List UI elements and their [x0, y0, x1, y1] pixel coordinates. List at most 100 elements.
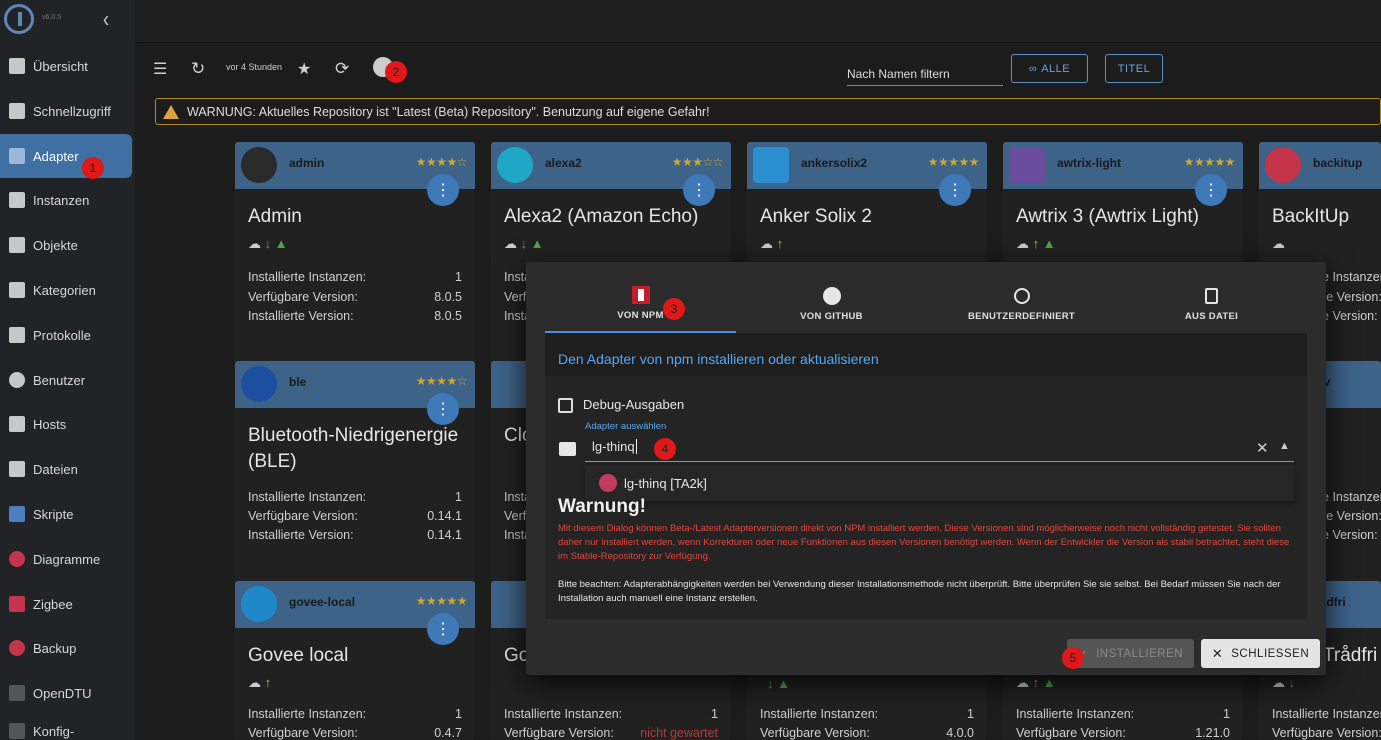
info-row: Verfügbare Version: 0.4.7: [248, 726, 462, 740]
sidebar-item-adapter[interactable]: Adapter: [0, 134, 132, 178]
install-button[interactable]: ✓INSTALLIEREN: [1067, 639, 1194, 668]
more-menu-button[interactable]: ⋮: [939, 174, 971, 206]
awtrix-logo-icon: [1009, 147, 1045, 183]
install-dialog: VON NPM VON GITHUB BENUTZERDEFINIERT AUS…: [526, 262, 1326, 675]
sidebar-item-kategorien[interactable]: Kategorien: [0, 268, 132, 312]
sidebar-item-label: Zigbee: [33, 596, 73, 612]
status-icons: ☁ ↓ ▲: [248, 236, 288, 251]
iobroker-logo: [4, 4, 34, 34]
all-button[interactable]: ∞ ALLE: [1011, 54, 1088, 83]
update-icon[interactable]: ⟳: [335, 59, 349, 79]
info-row: Installierte Instanzen: 1: [760, 707, 974, 721]
sidebar-item-label: Kategorien: [33, 282, 96, 298]
collapse-sidebar-icon[interactable]: ‹: [103, 6, 109, 33]
info-row: Verfügbare Version: 1.21.0: [1016, 726, 1230, 740]
rating-stars[interactable]: ★★★★★: [928, 155, 980, 169]
warning-text: WARNUNG: Aktuelles Repository ist "Lates…: [187, 104, 710, 119]
tab-aus-datei[interactable]: AUS DATEI: [1116, 276, 1307, 333]
more-menu-button[interactable]: ⋮: [427, 613, 459, 645]
globe-icon: [1013, 288, 1030, 304]
grid-icon: [9, 103, 25, 119]
tab-von-github[interactable]: VON GITHUB: [736, 276, 927, 333]
github-icon: [822, 287, 841, 305]
status-icons: ☁ ↑ ▲: [1016, 675, 1056, 690]
list-view-icon[interactable]: ☰: [153, 59, 167, 79]
rating-stars[interactable]: ★★★★☆: [416, 155, 468, 169]
tab-benutzerdefiniert[interactable]: BENUTZERDEFINIERT: [926, 276, 1117, 333]
title-button[interactable]: TITEL: [1105, 54, 1163, 83]
info-row: Verfügbare Version: 4.0.0: [760, 726, 974, 740]
adapter-option[interactable]: lg-thinq [TA2k]: [585, 465, 1294, 501]
info-row: Installierte Instanzen:: [1272, 707, 1381, 721]
debug-checkbox-label[interactable]: Debug-Ausgaben: [583, 397, 684, 412]
more-menu-button[interactable]: ⋮: [427, 174, 459, 206]
star-icon[interactable]: ★: [297, 59, 311, 79]
chevron-up-icon[interactable]: ▲: [1279, 440, 1290, 452]
sidebar-item-label: Diagramme: [33, 551, 101, 567]
sidebar-item-hosts[interactable]: Hosts: [0, 402, 132, 446]
adapter-select-input[interactable]: lg-thinq: [585, 436, 1294, 462]
info-row: Verfügbare Version: nicht gewartet: [504, 726, 718, 740]
sidebar-item-schnellzugriff[interactable]: Schnellzugriff: [0, 89, 132, 133]
step-badge-3: 3: [663, 298, 685, 320]
more-menu-button[interactable]: ⋮: [1195, 174, 1227, 206]
info-row: Installierte Instanzen: 1: [248, 707, 462, 721]
alexa-logo-icon: [497, 147, 533, 183]
adapter-card-govee-local: govee-local ★★★★★ ⋮ Govee local ☁ ↑ Insta…: [235, 581, 475, 740]
adapter-name: alexa2: [545, 156, 582, 170]
sidebar-item-label: Benutzer: [33, 372, 86, 388]
admin-logo-icon: [241, 147, 277, 183]
sidebar-item-zigbee[interactable]: Zigbee: [0, 582, 132, 626]
more-menu-button[interactable]: ⋮: [427, 393, 459, 425]
repository-warning: WARNUNG: Aktuelles Repository ist "Lates…: [155, 98, 1381, 125]
rating-stars[interactable]: ★★★★★: [416, 594, 468, 608]
adapter-name: ankersolix2: [801, 156, 868, 170]
tab-von-npm[interactable]: VON NPM: [545, 276, 736, 333]
sidebar-item-skripte[interactable]: Skripte: [0, 492, 132, 536]
rating-stars[interactable]: ★★★☆☆: [672, 155, 724, 169]
rating-stars[interactable]: ★★★★☆: [416, 374, 468, 388]
warning-icon: [163, 104, 179, 119]
sidebar-item-instanzen[interactable]: Instanzen: [0, 178, 132, 222]
adapter-title: Trådfri: [1323, 645, 1378, 666]
info-row: Verfügbare Version: 8.0.5: [248, 290, 462, 304]
sidebar-item-label: Schnellzugriff: [33, 103, 111, 119]
sidebar-item-label: Objekte: [33, 237, 78, 253]
sidebar-item-backup[interactable]: Backup: [0, 626, 132, 670]
sidebar-item-label: Adapter: [33, 148, 79, 164]
sidebar-item-protokolle[interactable]: Protokolle: [0, 313, 132, 357]
adapter-option-label: lg-thinq [TA2k]: [624, 475, 707, 491]
sidebar-item-benutzer[interactable]: Benutzer: [0, 358, 132, 402]
install-button-label: INSTALLIEREN: [1096, 647, 1184, 660]
version-label: v6.0.5: [42, 14, 62, 21]
status-icons: ☁ ↑: [248, 675, 272, 690]
sidebar-item-uebersicht[interactable]: Übersicht: [0, 44, 132, 88]
clear-icon[interactable]: ✕: [1256, 439, 1269, 457]
infinity-icon: ∞: [1028, 62, 1038, 75]
debug-checkbox[interactable]: [558, 398, 573, 413]
sidebar-item-diagramme[interactable]: Diagramme: [0, 537, 132, 581]
close-icon: ✕: [1211, 645, 1224, 661]
rating-stars[interactable]: ★★★★★: [1184, 155, 1236, 169]
adapter-card-ble: ble ★★★★☆ ⋮ Bluetooth-Niedrigenergie (BLE…: [235, 361, 475, 601]
info-row: Installierte Instanzen: 1: [248, 490, 462, 504]
solar-icon: [9, 685, 25, 701]
close-button[interactable]: ✕ SCHLIESSEN: [1201, 639, 1320, 668]
sidebar-item-label: Skripte: [33, 506, 74, 522]
sidebar-item-dateien[interactable]: Dateien: [0, 447, 132, 491]
backup-icon: [9, 640, 25, 656]
refresh-icon[interactable]: ↻: [191, 59, 205, 79]
more-menu-button[interactable]: ⋮: [683, 174, 715, 206]
folder-icon: [9, 461, 25, 477]
zigbee-icon: [9, 596, 25, 612]
adapter-title: Govee local: [248, 645, 349, 666]
adapter-name: awtrix-light: [1057, 156, 1122, 170]
adapter-title: Admin: [248, 206, 302, 227]
info-row: Verfügbare Version:: [1272, 726, 1381, 740]
adapter-name: ble: [289, 375, 307, 389]
name-filter-input[interactable]: Nach Namen filtern: [847, 62, 1003, 86]
sidebar-item-objekte[interactable]: Objekte: [0, 223, 132, 267]
status-icons: ☁: [1272, 236, 1285, 251]
warning-title: Warnung!: [558, 496, 646, 517]
sidebar-item-konfig[interactable]: Konfig-: [0, 709, 132, 740]
